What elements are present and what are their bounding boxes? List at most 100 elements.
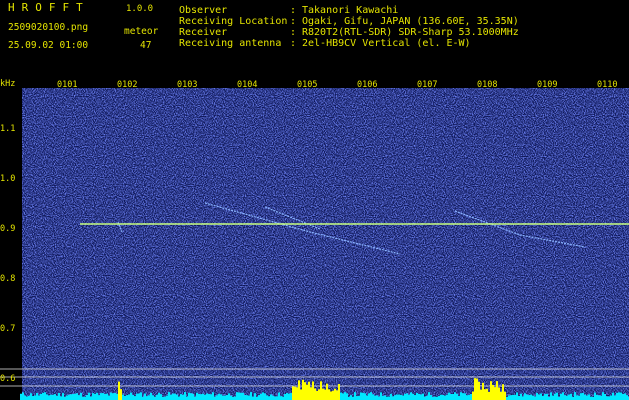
- meter-bar: [300, 389, 302, 400]
- x-tick-label: 0105: [297, 80, 318, 90]
- meter-bar: [406, 393, 408, 400]
- meter-bar: [292, 386, 294, 400]
- meter-bar: [460, 392, 462, 400]
- meter-bar: [150, 392, 152, 400]
- y-tick-label: 0.9: [0, 224, 16, 234]
- meter-bar: [618, 392, 620, 400]
- meter-bar: [552, 395, 554, 400]
- meter-bar: [228, 393, 230, 400]
- meter-bar: [226, 395, 228, 400]
- meter-bar: [188, 392, 190, 400]
- meter-bar: [570, 393, 572, 400]
- meter-bar: [526, 394, 528, 400]
- meter-bar: [508, 395, 510, 400]
- meter-bar: [98, 395, 100, 400]
- meter-bar: [402, 395, 404, 400]
- receiver-value: R820T2(RTL-SDR) SDR-Sharp 53.1000MHz: [302, 27, 519, 38]
- meter-bar: [598, 395, 600, 400]
- meter-bar: [316, 390, 318, 400]
- y-tick-label: 0.7: [0, 324, 16, 334]
- meter-bar: [442, 395, 444, 400]
- meter-bar: [94, 393, 96, 400]
- meter-bar: [268, 396, 270, 400]
- meter-bar: [390, 393, 392, 400]
- meter-bar: [494, 387, 496, 400]
- meter-bar: [76, 393, 78, 400]
- meter-bar: [26, 396, 28, 400]
- meter-bar: [32, 396, 34, 400]
- meter-bar: [148, 395, 150, 400]
- meter-bar: [498, 387, 500, 400]
- meter-bar: [66, 395, 68, 400]
- meter-bar: [372, 394, 374, 400]
- meter-bar: [472, 391, 474, 400]
- meter-bar: [104, 393, 106, 400]
- meter-bar: [544, 394, 546, 400]
- meter-bar: [382, 395, 384, 400]
- meter-bar: [186, 396, 188, 400]
- y-tick-label: 1.0: [0, 174, 16, 184]
- location-value: Ogaki, Gifu, JAPAN (136.60E, 35.35N): [302, 16, 519, 27]
- meter-bar: [450, 393, 452, 400]
- meter-bar: [620, 392, 622, 400]
- meter-bar: [354, 392, 356, 400]
- meter-bar: [408, 394, 410, 400]
- meter-bar: [272, 395, 274, 400]
- meter-bar: [278, 392, 280, 400]
- meter-bar: [488, 391, 490, 400]
- meter-bar: [582, 392, 584, 400]
- antenna-value: 2el-HB9CV Vertical (el. E-W): [302, 38, 471, 49]
- meter-bar: [258, 395, 260, 400]
- meter-bar: [92, 393, 94, 400]
- meter-bar: [180, 394, 182, 400]
- meter-bar: [276, 396, 278, 400]
- meter-bar: [30, 393, 32, 400]
- meter-bar: [56, 395, 58, 400]
- meter-bar: [314, 388, 316, 400]
- meter-bar: [332, 390, 334, 400]
- meter-bar: [110, 392, 112, 400]
- meter-bar: [302, 379, 304, 400]
- meter-bar: [610, 395, 612, 400]
- meter-bar: [324, 389, 326, 400]
- meter-bar: [578, 395, 580, 400]
- meter-bar: [280, 396, 282, 400]
- meter-bar: [404, 393, 406, 400]
- meter-bar: [580, 393, 582, 400]
- antenna-label: Receiving antenna: [179, 38, 282, 49]
- observer-colon: :: [290, 5, 297, 16]
- meter-bar: [102, 393, 104, 400]
- meter-bar: [388, 396, 390, 400]
- meter-bar: [134, 396, 136, 400]
- meter-bar: [168, 392, 170, 400]
- meter-bar: [290, 393, 292, 400]
- meter-bar: [218, 393, 220, 400]
- meter-bar: [138, 393, 140, 400]
- meter-bar: [164, 396, 166, 400]
- meter-bar: [360, 392, 362, 400]
- meter-bar: [462, 393, 464, 400]
- meter-bar: [132, 394, 134, 400]
- meter-bar: [606, 396, 608, 400]
- x-tick-label: 0108: [477, 80, 498, 90]
- meter-bar: [264, 393, 266, 400]
- meter-bar: [576, 395, 578, 400]
- meter-bar: [200, 394, 202, 400]
- meter-bar: [306, 384, 308, 400]
- meter-bar: [486, 388, 488, 400]
- meter-bar: [434, 396, 436, 400]
- meter-bar: [100, 393, 102, 400]
- meter-bar: [312, 381, 314, 400]
- meter-bar: [568, 394, 570, 400]
- meter-bar: [86, 394, 88, 400]
- y-unit-label: kHz: [0, 79, 16, 89]
- meter-bar: [364, 393, 366, 400]
- meter-bar: [398, 394, 400, 400]
- meter-bar: [396, 394, 398, 400]
- meter-bar: [380, 392, 382, 400]
- meter-bar: [146, 396, 148, 400]
- meter-bar: [124, 395, 126, 400]
- meter-bar: [50, 394, 52, 400]
- receiver-colon: :: [290, 27, 297, 38]
- meter-bar: [588, 394, 590, 400]
